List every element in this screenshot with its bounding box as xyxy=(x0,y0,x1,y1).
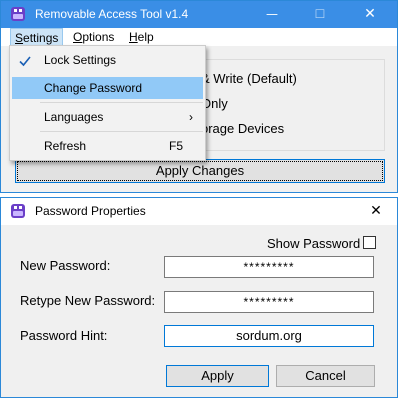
radio-read-write-label[interactable]: & Write (Default) xyxy=(201,71,297,86)
menu-item-label: Refresh xyxy=(44,139,87,153)
title-bar[interactable]: Removable Access Tool v1.4 — ☐ ✕ xyxy=(1,1,397,28)
shortcut-label: F5 xyxy=(168,139,183,153)
maximize-button[interactable]: ☐ xyxy=(297,1,343,28)
radio-block-storage-label[interactable]: orage Devices xyxy=(201,121,284,136)
checkmark-icon xyxy=(18,53,32,67)
minimize-button[interactable]: — xyxy=(249,1,295,28)
app-icon xyxy=(10,6,26,22)
password-hint-field[interactable]: sordum.org xyxy=(164,325,374,347)
password-hint-label: Password Hint: xyxy=(20,328,108,343)
new-password-field[interactable]: ********* xyxy=(164,256,374,278)
menu-item-label: Languages xyxy=(44,110,104,124)
apply-changes-button[interactable]: Apply Changes xyxy=(15,159,385,183)
show-password-label[interactable]: Show Password xyxy=(267,236,360,251)
settings-dropdown-menu: Lock Settings Change Password Languages … xyxy=(9,45,206,161)
dialog-title-bar[interactable]: Password Properties ✕ xyxy=(1,198,397,225)
menu-item-label: Change Password xyxy=(44,81,143,95)
retype-password-field[interactable]: ********* xyxy=(164,291,374,313)
retype-password-label: Retype New Password: xyxy=(20,293,156,308)
close-button[interactable]: ✕ xyxy=(347,1,393,28)
password-properties-dialog: Password Properties ✕ Show Password New … xyxy=(0,197,398,398)
app-icon xyxy=(10,203,26,219)
menu-item-lock-settings[interactable]: Lock Settings xyxy=(12,49,203,71)
menu-item-label: Lock Settings xyxy=(44,53,117,67)
apply-button[interactable]: Apply xyxy=(166,365,269,387)
dialog-close-button[interactable]: ✕ xyxy=(353,198,398,225)
menu-item-change-password[interactable]: Change Password xyxy=(12,77,203,99)
dialog-title: Password Properties xyxy=(35,204,146,218)
cancel-button[interactable]: Cancel xyxy=(276,365,375,387)
menu-separator xyxy=(40,102,203,103)
menu-separator xyxy=(40,131,203,132)
new-password-label: New Password: xyxy=(20,258,111,273)
show-password-checkbox[interactable] xyxy=(363,236,376,249)
chevron-right-icon: › xyxy=(189,110,193,124)
menu-item-refresh[interactable]: Refresh F5 xyxy=(12,135,203,157)
window-title: Removable Access Tool v1.4 xyxy=(35,7,189,21)
menu-item-languages[interactable]: Languages › xyxy=(12,106,203,128)
